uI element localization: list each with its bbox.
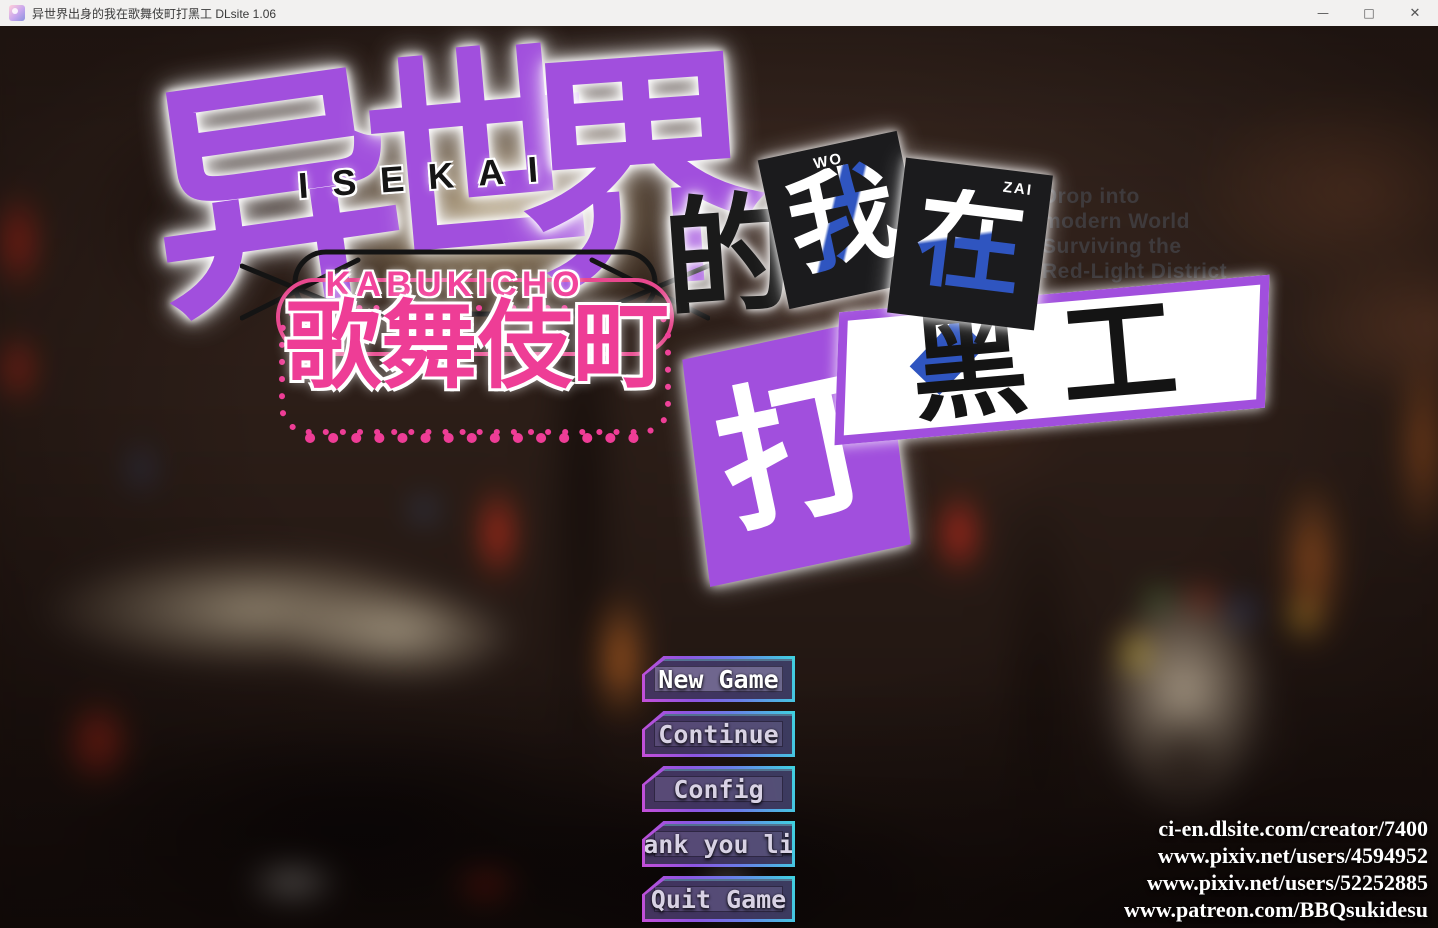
button-label: Config	[673, 774, 764, 804]
tagline-line: modern World	[1042, 210, 1190, 233]
menu-button-continue[interactable]: Continue	[642, 711, 795, 757]
logo-english-tagline: Drop into modern World Surviving the Red…	[1042, 184, 1227, 284]
link-pixiv-2: www.pixiv.net/users/52252885	[1146, 870, 1428, 895]
button-frame: Quit Game	[645, 879, 792, 919]
button-frame: New Game	[645, 659, 792, 699]
logo-tile-zai-romaji: ZAI	[1001, 178, 1034, 200]
minimize-icon[interactable]: —	[1300, 0, 1346, 26]
button-label: Thank you list	[613, 829, 824, 859]
button-frame: Config	[645, 769, 792, 809]
link-dlsite: ci-en.dlsite.com/creator/7400	[1158, 816, 1428, 841]
close-icon[interactable]: ✕	[1392, 0, 1438, 26]
logo-tile-zai-char: 在	[908, 174, 1032, 313]
app-icon[interactable]	[9, 5, 25, 21]
tagline-line: Drop into	[1042, 185, 1140, 208]
menu-button-quit-game[interactable]: Quit Game	[642, 876, 795, 922]
window-controls: — □ ✕	[1300, 0, 1438, 26]
window-title: 异世界出身的我在歌舞伎町打黑工 DLsite 1.06	[32, 6, 277, 21]
maximize-icon[interactable]: □	[1346, 0, 1392, 26]
menu-button-new-game[interactable]: New Game	[642, 656, 795, 702]
button-label: Continue	[658, 719, 779, 749]
link-pixiv-1: www.pixiv.net/users/4594952	[1157, 843, 1428, 868]
game-screen: 异 世 界 ISEKAI KABUKICHO 歌舞伎町 的 WO 我 ZAI 在…	[0, 26, 1438, 928]
button-label: Quit Game	[650, 884, 787, 914]
menu-button-thank-you-list[interactable]: Thank you list	[642, 821, 795, 867]
creator-links: ci-en.dlsite.com/creator/7400 www.pixiv.…	[1124, 815, 1428, 923]
button-frame: Continue	[645, 714, 792, 754]
button-label: New Game	[658, 664, 779, 694]
game-window: 异世界出身的我在歌舞伎町打黑工 DLsite 1.06 — □ ✕ 异 世 界 …	[0, 0, 1438, 928]
logo-tile-wo-char: 我	[777, 147, 909, 292]
window-titlebar: 异世界出身的我在歌舞伎町打黑工 DLsite 1.06 — □ ✕	[0, 0, 1438, 26]
button-frame: Thank you list	[645, 824, 792, 864]
menu-button-config[interactable]: Config	[642, 766, 795, 812]
tagline-line: Surviving the	[1042, 235, 1182, 258]
link-patreon: www.patreon.com/BBQsukidesu	[1124, 897, 1428, 922]
logo-kabukicho-kanji: 歌舞伎町	[285, 290, 669, 402]
logo-tile-zai: ZAI 在	[887, 157, 1053, 331]
